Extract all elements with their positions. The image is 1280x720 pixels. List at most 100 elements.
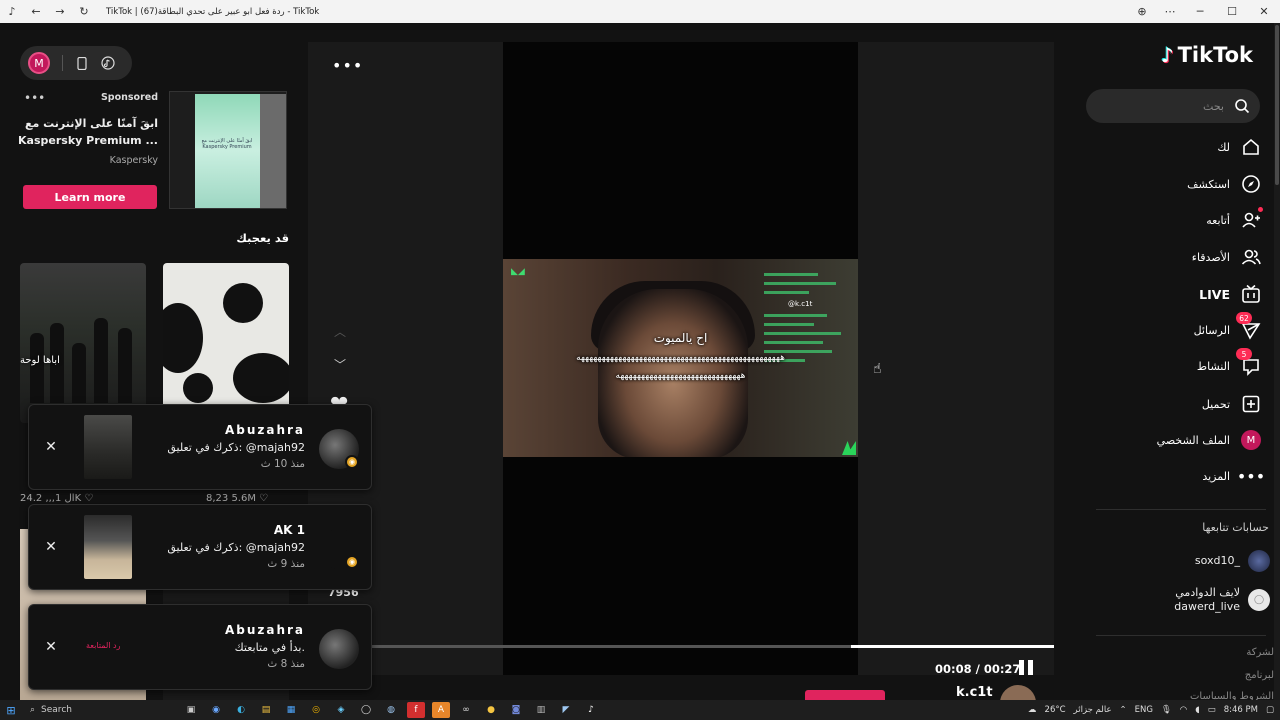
notification-username[interactable]: Abuzahra [225, 423, 305, 437]
notification-time: منذ 8 ث [267, 658, 305, 670]
chrome-icon[interactable]: ◎ [307, 702, 325, 718]
more-options-icon[interactable]: ⋯ [1156, 5, 1184, 18]
notification-time: منذ 10 ث [260, 458, 305, 470]
author-avatar[interactable] [1000, 685, 1036, 700]
footer-link[interactable]: الشروط والسياسات [1190, 691, 1274, 700]
taskbar-search[interactable]: ⌕ Search [22, 700, 142, 720]
search-input[interactable] [1104, 89, 1224, 123]
nav-following[interactable]: أتابعه [1206, 207, 1263, 232]
footer-link[interactable]: لشركة [1246, 647, 1274, 658]
video-frame[interactable]: ◣◢ @k.c1t اح يالميوت ههههههههههههههههههه… [503, 259, 858, 457]
minimize-button[interactable]: ─ [1184, 5, 1216, 18]
notification-thumbnail[interactable]: رد المتابعة [84, 615, 132, 679]
volume-icon[interactable]: ◖ [1195, 705, 1199, 715]
microphone-icon[interactable]: 🎙 [1161, 705, 1172, 715]
tiktok-logo[interactable]: ♪ TikTok [1161, 43, 1253, 67]
stream-logo-icon [842, 441, 856, 455]
reload-icon[interactable]: ↻ [78, 5, 90, 18]
logo-text: TikTok [1177, 43, 1253, 67]
footer-link[interactable]: لبرنامج [1245, 670, 1274, 681]
search-icon[interactable] [1234, 98, 1250, 114]
tiktok-taskbar-icon[interactable]: ♪ [582, 702, 600, 718]
notification-thumbnail[interactable] [84, 415, 132, 479]
page-scrollbar[interactable] [1274, 23, 1280, 700]
previous-video-icon[interactable]: ︿ [334, 323, 346, 340]
video-progress-bar[interactable] [370, 645, 1054, 648]
nav-profile[interactable]: الملف الشخصي M [1157, 428, 1262, 452]
nav-messages[interactable]: الرسائل 62 [1194, 312, 1262, 342]
close-window-button[interactable]: ✕ [1248, 5, 1280, 18]
forward-arrow-icon[interactable]: → [54, 5, 66, 18]
notification-toast[interactable]: ✕ رد المتابعة Abuzahra بدأ في متابعتك. م… [28, 604, 372, 690]
battery-icon[interactable]: ▭ [1208, 705, 1216, 715]
sidebar-divider [1096, 509, 1266, 510]
taskbar-apps: ▣ ◉ ◐ ▤ ▦ ◎ ◈ ◯ ◍ f A ∞ ● ◙ ▥ ◤ ♪ [182, 702, 600, 718]
notification-avatar[interactable]: ◉ [319, 429, 359, 469]
notification-avatar[interactable] [319, 629, 359, 669]
language-indicator[interactable]: ENG [1135, 705, 1153, 715]
suggested-video-card[interactable]: اباها لوحة [20, 263, 146, 423]
profile-avatar[interactable]: M [28, 52, 50, 74]
sponsored-ad[interactable]: ••• Sponsored ابقَ آمنًا على الإنترنت مع… [18, 91, 290, 213]
follow-button[interactable] [805, 690, 885, 700]
tiktok-note-icon[interactable] [101, 56, 115, 70]
nav-friends[interactable]: الأصدقاء [1192, 245, 1262, 269]
ad-options-icon[interactable]: ••• [24, 91, 45, 105]
ad-headline[interactable]: ابقَ آمنًا على الإنترنت مع Kaspersky Pre… [18, 115, 158, 149]
edge-icon[interactable]: ◐ [232, 702, 250, 718]
start-menu-icon[interactable]: ⊞ [0, 700, 22, 720]
task-view-icon[interactable]: ▣ [182, 702, 200, 718]
more-options-icon[interactable]: ••• [332, 56, 363, 75]
nav-label: الأصدقاء [1191, 250, 1230, 264]
maximize-button[interactable]: ☐ [1216, 5, 1248, 18]
app-link-icon[interactable]: ∞ [457, 702, 475, 718]
phone-icon[interactable] [75, 56, 89, 70]
suggested-video-card[interactable] [163, 263, 289, 423]
nav-more[interactable]: المزيد ••• [1202, 464, 1265, 488]
notification-toast[interactable]: ✕ Abuzahra ذكرك في تعليق: @majah92 منذ 1… [28, 404, 372, 490]
obs-icon[interactable]: ◯ [357, 702, 375, 718]
news-label[interactable]: عالم جزائر [1074, 705, 1112, 715]
store-icon[interactable]: ▦ [282, 702, 300, 718]
notification-avatar[interactable]: ◉ [319, 529, 359, 569]
nav-live[interactable]: LIVE [1199, 282, 1262, 306]
close-icon[interactable]: ✕ [43, 439, 59, 455]
back-arrow-icon[interactable]: ← [30, 5, 42, 18]
calculator-icon[interactable]: ▥ [532, 702, 550, 718]
clock[interactable]: 8:46 PM [1224, 705, 1258, 715]
next-video-icon[interactable]: ﹀ [334, 356, 346, 373]
notification-username[interactable]: Abuzahra [225, 623, 305, 637]
wifi-icon[interactable]: ◠ [1180, 705, 1187, 715]
notification-toast[interactable]: ✕ AK 1 ذكرك في تعليق: @majah92 منذ 9 ث ◉ [28, 504, 372, 590]
ad-thumbnail[interactable]: ابقَ آمنًا على الإنترنت مع Kaspersky Pre… [169, 91, 287, 209]
notification-center-icon[interactable]: ▢ [1266, 705, 1274, 715]
following-account[interactable]: لايف الدوادمي dawerd_live ◯ [1174, 586, 1270, 614]
close-icon[interactable]: ✕ [43, 639, 59, 655]
nav-for-you[interactable]: لك [1217, 135, 1262, 159]
nav-explore[interactable]: استكشف [1187, 172, 1262, 196]
zoom-icon[interactable]: ⊕ [1128, 5, 1156, 18]
file-explorer-icon[interactable]: ▤ [257, 702, 275, 718]
close-icon[interactable]: ✕ [43, 539, 59, 555]
notification-username[interactable]: AK 1 [274, 523, 305, 537]
nav-activity[interactable]: النشاط 5 [1197, 348, 1262, 378]
chat-handle: @k.c1t [788, 300, 813, 308]
weather-temp[interactable]: 26°C [1045, 705, 1066, 715]
nav-upload[interactable]: تحميل [1202, 392, 1262, 416]
chevron-up-icon[interactable]: ⌃ [1120, 705, 1127, 715]
app-orange-icon[interactable]: A [432, 702, 450, 718]
steam-icon[interactable]: ◍ [382, 702, 400, 718]
search-bar[interactable] [1086, 89, 1260, 123]
upload-plus-icon [1240, 393, 1262, 415]
weather-icon[interactable]: ☁ [1028, 705, 1037, 715]
copilot-icon[interactable]: ◉ [207, 702, 225, 718]
discord-icon[interactable]: ◙ [507, 702, 525, 718]
learn-more-button[interactable]: Learn more [23, 185, 157, 209]
app-red-icon[interactable]: f [407, 702, 425, 718]
author-name[interactable]: k.c1t [956, 685, 993, 700]
notification-thumbnail[interactable] [84, 515, 132, 579]
app-arrow-icon[interactable]: ◤ [557, 702, 575, 718]
photos-icon[interactable]: ◈ [332, 702, 350, 718]
app-yellow-icon[interactable]: ● [482, 702, 500, 718]
following-account[interactable]: soxd10_ [1195, 550, 1270, 572]
